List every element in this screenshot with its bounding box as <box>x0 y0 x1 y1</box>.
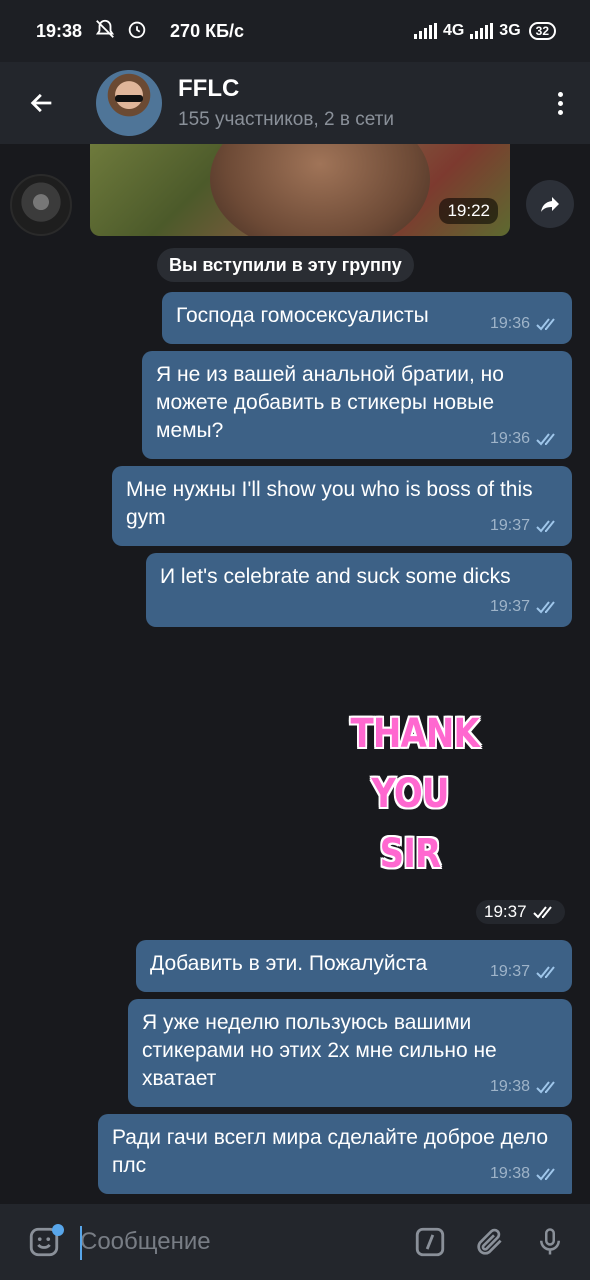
message-time: 19:36 <box>489 315 530 332</box>
slash-command-icon <box>415 1227 445 1257</box>
alarm-icon <box>126 18 148 45</box>
message-meta: 19:37 <box>490 512 560 540</box>
status-right: 4G 3G 32 <box>413 22 556 40</box>
message-bubble[interactable]: Мне нужны I'll show you who is boss of t… <box>112 466 572 546</box>
message-bubble[interactable]: Господа гомосексуалисты 19:36 <box>162 292 572 344</box>
double-check-icon <box>536 318 555 331</box>
message-time: 19:37 <box>489 963 530 980</box>
message-list[interactable]: 19:22 Вы вступили в эту группу Господа г… <box>0 144 590 1204</box>
message-meta: 19:38 <box>490 1073 560 1101</box>
message-meta: 19:37 <box>490 593 560 621</box>
chat-title-block[interactable]: FFLC 155 участников, 2 в сети <box>178 75 394 131</box>
message-input[interactable]: Сообщение <box>78 1222 400 1262</box>
composer: Сообщение <box>0 1204 590 1280</box>
message-input-placeholder: Сообщение <box>80 1228 211 1255</box>
signal-icon-2 <box>470 23 494 39</box>
message-time: 19:36 <box>489 430 530 447</box>
sticker-line: SIR <box>379 831 442 877</box>
message-bubble[interactable]: Я не из вашей анальной братии, но можете… <box>142 351 572 459</box>
notifications-off-icon <box>94 18 116 45</box>
voice-record-button[interactable] <box>520 1212 580 1272</box>
microphone-icon <box>540 1228 560 1255</box>
message-bubble[interactable]: Добавить в эти. Пожалуйста 19:37 <box>136 940 572 992</box>
double-check-icon <box>532 906 552 919</box>
double-check-icon <box>536 1168 555 1181</box>
new-sticker-dot <box>52 1224 64 1236</box>
bot-commands-button[interactable] <box>400 1212 460 1272</box>
network-type-1: 4G <box>442 22 465 39</box>
share-arrow-icon <box>541 197 559 212</box>
sticker-emoji-button[interactable] <box>16 1214 72 1270</box>
photo-message[interactable]: 19:22 <box>90 144 510 236</box>
message-time: 19:37 <box>489 517 530 534</box>
sender-avatar[interactable] <box>10 174 72 236</box>
status-time: 19:38 <box>36 20 83 41</box>
sticker-thank-you-sir[interactable]: THANK YOU SIR <box>350 704 480 884</box>
battery-icon: 32 <box>528 22 556 40</box>
status-bar: 19:38 270 КБ/с 4G 3G 32 <box>0 0 590 62</box>
signal-icon <box>413 23 437 39</box>
message-meta: 19:36 <box>490 310 560 338</box>
double-check-icon <box>536 433 555 446</box>
sticker-line: YOU <box>371 771 449 817</box>
network-speed: 270 КБ/с <box>170 20 245 41</box>
paperclip-icon <box>477 1228 502 1255</box>
service-message: Вы вступили в эту группу <box>157 248 414 282</box>
back-button[interactable] <box>0 62 84 144</box>
chat-subtitle: 155 участников, 2 в сети <box>178 109 394 130</box>
photo-time: 19:22 <box>439 198 498 224</box>
double-check-icon <box>536 601 555 614</box>
chat-title: FFLC <box>178 75 240 102</box>
message-meta: 19:38 <box>490 1160 560 1188</box>
group-avatar[interactable] <box>96 70 162 136</box>
message-time: 19:38 <box>489 1078 530 1095</box>
double-check-icon <box>536 520 555 533</box>
message-meta: 19:36 <box>490 425 560 453</box>
message-meta: 19:37 <box>490 958 560 986</box>
double-check-icon <box>536 1081 555 1094</box>
chat-header: FFLC 155 участников, 2 в сети <box>0 62 590 144</box>
forward-button[interactable] <box>526 180 574 228</box>
sticker-meta: 19:37 <box>476 900 565 924</box>
attach-button[interactable] <box>460 1212 520 1272</box>
message-bubble[interactable]: Я уже неделю пользуюсь вашими стикерами … <box>128 999 572 1107</box>
network-type-2: 3G <box>499 22 521 39</box>
message-bubble[interactable]: Ради гачи всегл мира сделайте доброе дел… <box>98 1114 572 1194</box>
message-text: И let's celebrate and suck some dicks <box>160 565 511 588</box>
message-time: 19:37 <box>489 598 530 615</box>
arrow-left-icon <box>30 93 52 113</box>
sticker-line: THANK <box>350 711 480 757</box>
more-menu-button[interactable] <box>530 62 590 144</box>
message-bubble[interactable]: И let's celebrate and suck some dicks 19… <box>146 553 572 627</box>
double-check-icon <box>536 966 555 979</box>
sticker-time: 19:37 <box>484 902 527 921</box>
message-time: 19:38 <box>489 1165 530 1182</box>
